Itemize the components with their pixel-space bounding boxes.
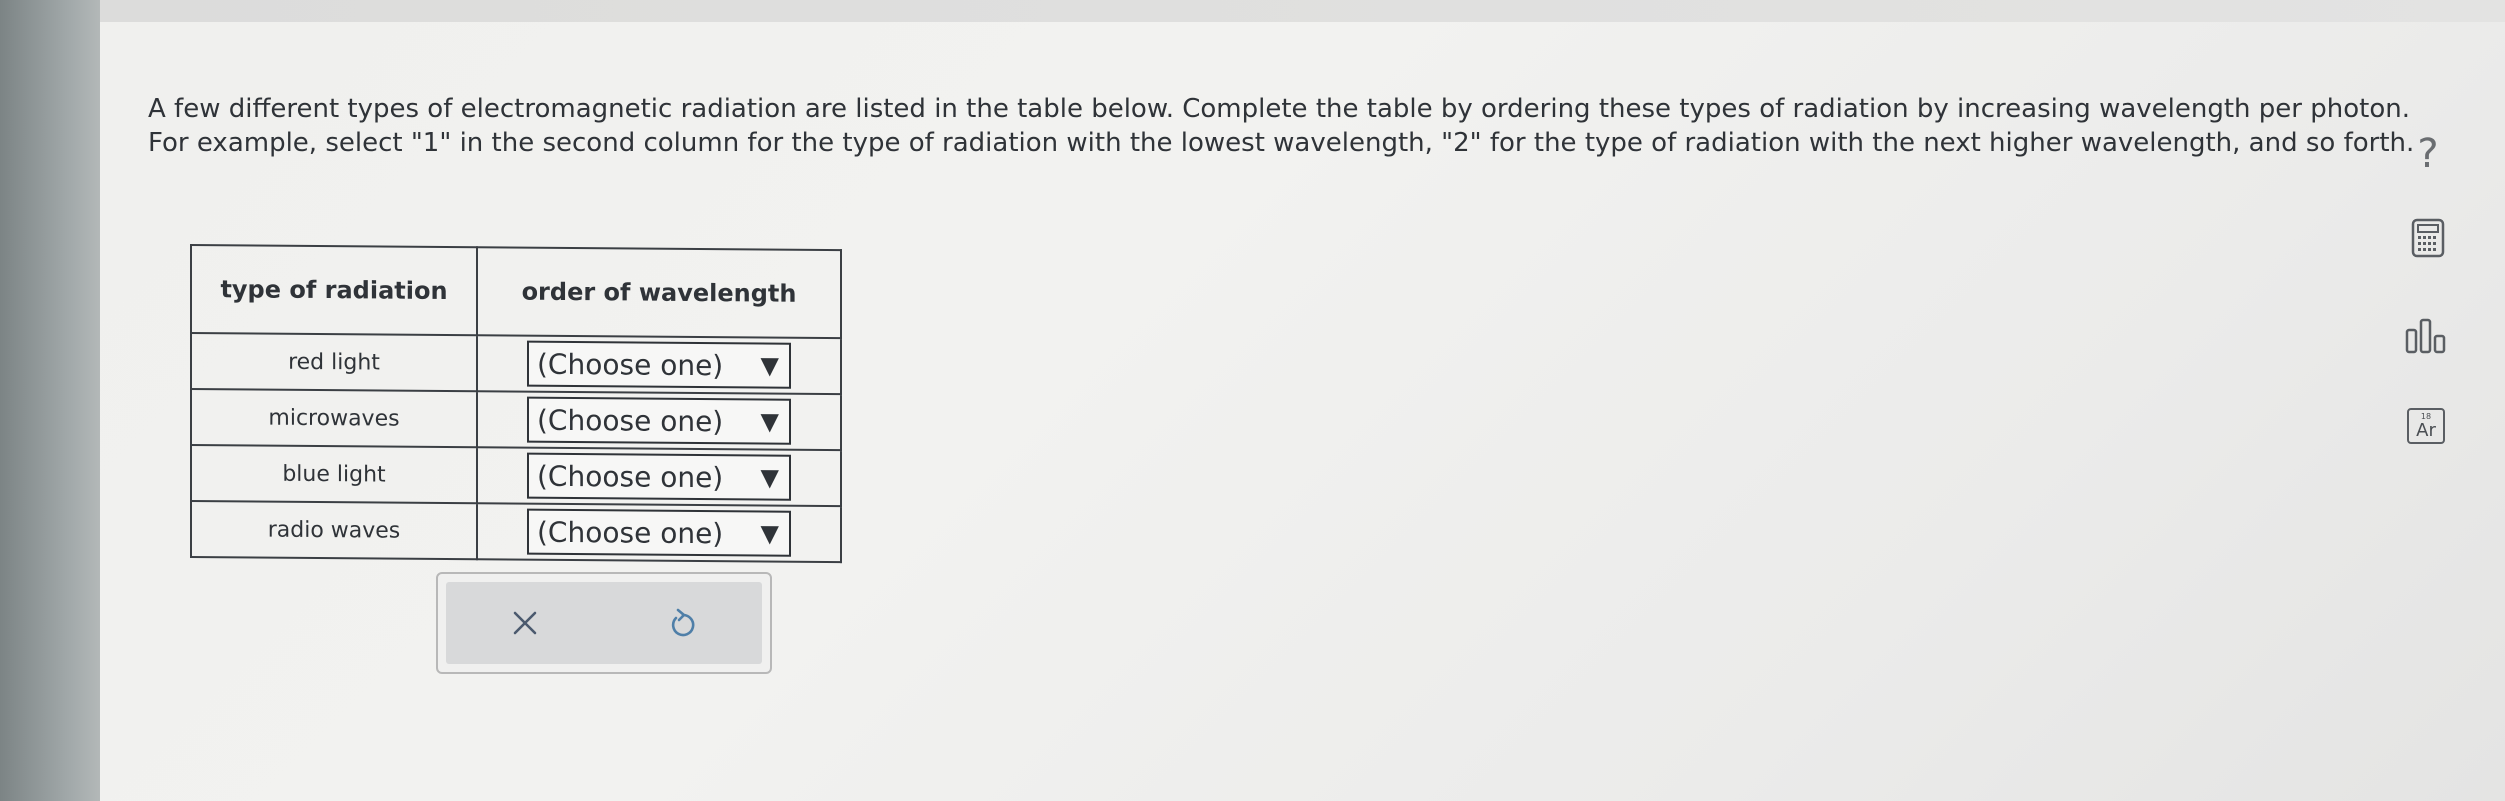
undo-icon xyxy=(671,608,695,637)
radiation-type-cell: red light xyxy=(191,333,477,392)
undo-button[interactable] xyxy=(653,593,713,653)
dropdown-arrow-icon: ▼ xyxy=(760,407,779,436)
main-screen: A few different types of electromagnetic… xyxy=(100,0,2505,801)
radiation-type-cell: radio waves xyxy=(191,501,477,560)
table-row: blue light (Choose one) ▼ xyxy=(191,445,841,507)
order-dropdown-microwaves[interactable]: (Choose one) ▼ xyxy=(527,396,791,445)
dropdown-value: (Choose one) xyxy=(537,403,724,438)
bar-chart-icon xyxy=(2405,318,2446,354)
order-dropdown-blue-light[interactable]: (Choose one) ▼ xyxy=(527,452,791,501)
answer-action-bar xyxy=(446,582,762,664)
dropdown-arrow-icon: ▼ xyxy=(760,463,779,492)
periodic-table-button[interactable]: 18 Ar xyxy=(2396,398,2456,454)
answer-action-panel xyxy=(436,572,772,674)
dropdown-value: (Choose one) xyxy=(537,515,724,550)
calculator-button[interactable] xyxy=(2398,210,2458,266)
order-cell: (Choose one) ▼ xyxy=(477,447,841,507)
order-cell: (Choose one) ▼ xyxy=(477,335,841,395)
table-row: red light (Choose one) ▼ xyxy=(191,333,841,395)
dropdown-value: (Choose one) xyxy=(537,459,724,494)
close-icon xyxy=(513,611,537,635)
data-chart-button[interactable] xyxy=(2396,308,2456,364)
help-button[interactable]: ? xyxy=(2398,126,2458,182)
dropdown-value: (Choose one) xyxy=(537,347,724,382)
order-dropdown-red-light[interactable]: (Choose one) ▼ xyxy=(527,340,791,389)
order-cell: (Choose one) ▼ xyxy=(477,391,841,451)
periodic-table-icon: 18 Ar xyxy=(2407,408,2445,444)
dropdown-arrow-icon: ▼ xyxy=(760,351,779,380)
table-row: radio waves (Choose one) ▼ xyxy=(191,501,841,563)
table-header-row: type of radiation order of wavelength xyxy=(191,245,841,339)
device-bezel xyxy=(0,0,100,801)
periodic-table-label: Ar xyxy=(2416,419,2436,441)
question-text: A few different types of electromagnetic… xyxy=(148,94,2415,158)
radiation-type-cell: blue light xyxy=(191,445,477,504)
order-cell: (Choose one) ▼ xyxy=(477,503,841,563)
calculator-icon xyxy=(2411,218,2445,258)
radiation-type-cell: microwaves xyxy=(191,389,477,448)
dropdown-arrow-icon: ▼ xyxy=(760,519,779,548)
clear-answer-button[interactable] xyxy=(495,593,555,653)
top-strip xyxy=(100,0,2505,22)
header-type-of-radiation: type of radiation xyxy=(191,245,477,336)
help-icon: ? xyxy=(2417,131,2439,177)
radiation-table: type of radiation order of wavelength re… xyxy=(190,244,842,563)
header-order-of-wavelength: order of wavelength xyxy=(477,247,841,339)
table-row: microwaves (Choose one) ▼ xyxy=(191,389,841,451)
order-dropdown-radio-waves[interactable]: (Choose one) ▼ xyxy=(527,508,791,557)
